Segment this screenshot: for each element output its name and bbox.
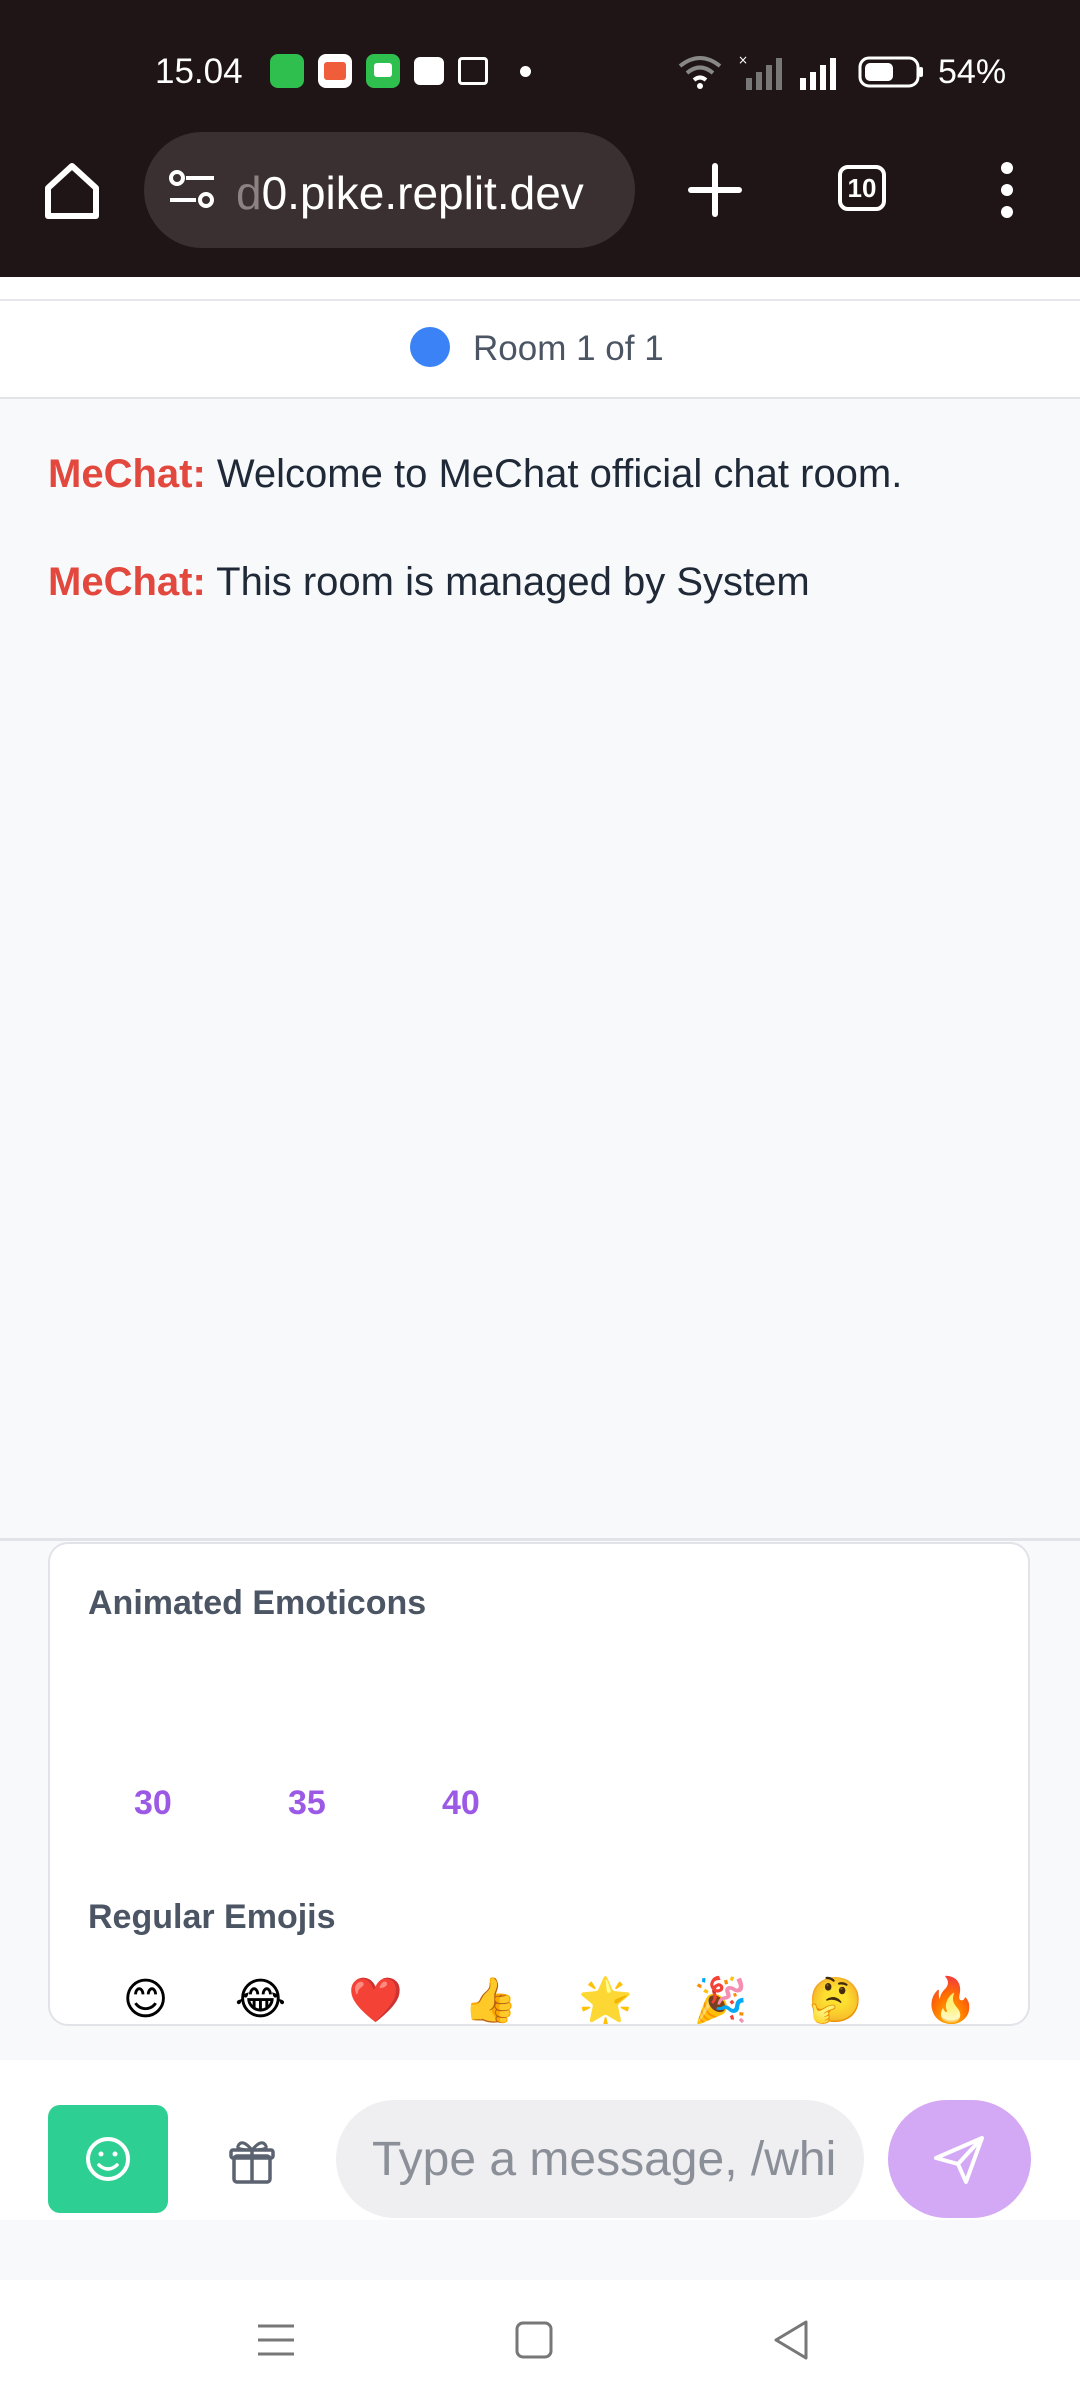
emoji-button[interactable] bbox=[48, 2105, 168, 2213]
regular-emoji-row: 😊 😂 ❤️ 👍 🌟 🎉 🤔 🔥 bbox=[88, 1974, 1008, 2024]
chat-message: MeChat: This room is managed by System bbox=[48, 560, 810, 605]
home-icon[interactable] bbox=[40, 158, 104, 222]
system-icons: × 54% bbox=[676, 52, 1006, 92]
room-status-indicator bbox=[410, 327, 450, 367]
status-time: 15.04 bbox=[155, 52, 243, 91]
battery-icon bbox=[858, 56, 923, 88]
back-icon[interactable] bbox=[766, 2314, 818, 2366]
message-input[interactable] bbox=[336, 2100, 864, 2218]
url-faded-text: d bbox=[236, 167, 262, 219]
emoji-item[interactable]: 🔥 bbox=[893, 1974, 1008, 2024]
notification-icons bbox=[270, 54, 531, 88]
emoji-item[interactable]: 🤔 bbox=[778, 1974, 893, 2024]
animated-emoticon-item[interactable]: 30 bbox=[134, 1784, 172, 1823]
send-icon bbox=[934, 2136, 984, 2184]
message-composer bbox=[0, 2060, 1080, 2220]
battery-percent: 54% bbox=[938, 52, 1007, 91]
room-label: Room 1 of 1 bbox=[473, 329, 664, 368]
message-sender[interactable]: MeChat: bbox=[48, 560, 206, 604]
room-header: Room 1 of 1 bbox=[0, 301, 1080, 399]
url-text: d0.pike.replit.dev bbox=[236, 166, 584, 220]
emoji-item[interactable]: 😂 bbox=[203, 1974, 318, 2024]
message-sender[interactable]: MeChat: bbox=[48, 452, 206, 496]
emoji-item[interactable]: 😊 bbox=[88, 1974, 203, 2024]
emoji-item[interactable]: 🌟 bbox=[548, 1974, 663, 2024]
regular-emojis-heading: Regular Emojis bbox=[88, 1898, 336, 1936]
tabs-icon[interactable]: 10 bbox=[838, 165, 886, 211]
emoji-item[interactable]: 👍 bbox=[433, 1974, 548, 2024]
home-square-icon[interactable] bbox=[508, 2314, 560, 2366]
wifi-icon bbox=[678, 56, 722, 89]
send-button[interactable] bbox=[888, 2100, 1031, 2218]
chat-area[interactable]: MeChat: Welcome to MeChat official chat … bbox=[0, 399, 1080, 1539]
svg-text:×: × bbox=[738, 53, 748, 67]
message-text: This room is managed by System bbox=[205, 560, 810, 604]
emoji-item[interactable]: ❤️ bbox=[318, 1974, 433, 2024]
menu-icon[interactable] bbox=[250, 2314, 302, 2366]
more-notifications-dot bbox=[520, 65, 531, 77]
site-settings-icon[interactable] bbox=[168, 168, 216, 212]
emoji-item[interactable]: 🎉 bbox=[663, 1974, 778, 2024]
url-domain: 0.pike.replit.dev bbox=[261, 167, 584, 219]
wallet-icon bbox=[414, 57, 444, 85]
chat-notification-icon bbox=[366, 54, 400, 88]
browser-chrome: 15.04 × 54% d0.pike.replit.dev 10 bbox=[0, 0, 1080, 277]
plus-icon[interactable] bbox=[685, 160, 745, 220]
signal-icon: × bbox=[738, 53, 782, 90]
animated-emoticons-heading: Animated Emoticons bbox=[88, 1584, 427, 1622]
animated-emoticon-item[interactable]: 40 bbox=[442, 1784, 480, 1823]
signal-icon bbox=[800, 58, 836, 90]
emoji-picker-panel[interactable]: Animated Emoticons 30 35 40 Regular Emoj… bbox=[48, 1542, 1030, 2026]
status-bar: 15.04 × 54% bbox=[0, 40, 1080, 104]
system-nav-bar bbox=[0, 2280, 1080, 2400]
message-text: Welcome to MeChat official chat room. bbox=[205, 452, 903, 496]
header-strip bbox=[0, 277, 1080, 301]
address-bar[interactable]: d0.pike.replit.dev bbox=[144, 132, 635, 248]
divider bbox=[0, 1538, 1080, 1541]
more-vert-icon[interactable] bbox=[990, 160, 1024, 220]
media-icon bbox=[458, 57, 488, 85]
app-notification-icon bbox=[318, 54, 352, 88]
gift-icon[interactable] bbox=[228, 2138, 276, 2186]
smile-icon bbox=[86, 2137, 130, 2181]
chat-message: MeChat: Welcome to MeChat official chat … bbox=[48, 452, 902, 497]
browser-toolbar: d0.pike.replit.dev 10 bbox=[0, 130, 1080, 250]
app-notification-icon bbox=[270, 54, 304, 88]
animated-emoticon-item[interactable]: 35 bbox=[288, 1784, 326, 1823]
